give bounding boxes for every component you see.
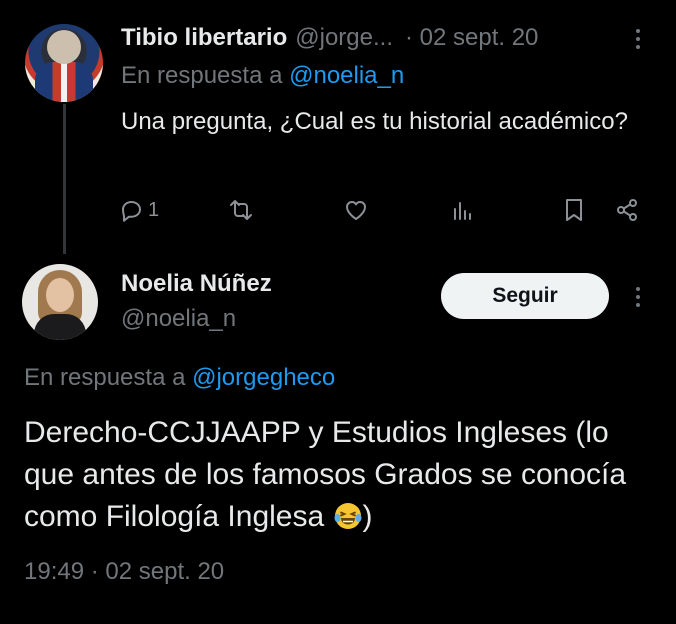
more-options-icon[interactable] <box>626 24 650 54</box>
author-name[interactable]: Noelia Núñez <box>121 270 272 298</box>
views-icon <box>454 202 471 220</box>
tweet-text: Derecho-CCJJAAPP y Estudios Ingleses (lo… <box>24 412 654 538</box>
mention-link[interactable]: @noelia_n <box>289 62 404 89</box>
retweet-icon <box>230 200 252 220</box>
tweet-body: Derecho-CCJJAAPP y Estudios Ingleses (lo… <box>24 416 627 533</box>
mention-link[interactable]: @jorgegheco <box>192 364 335 391</box>
views-button[interactable] <box>449 192 477 228</box>
reply-button[interactable]: 1 <box>117 192 159 228</box>
tweet-header: Tibio libertario @jorge... · 02 sept. 20 <box>121 22 538 54</box>
tweet-text: Una pregunta, ¿Cual es tu historial acad… <box>121 108 628 135</box>
reply-tweet[interactable]: Tibio libertario @jorge... · 02 sept. 20… <box>0 0 676 240</box>
reply-count: 1 <box>148 198 160 221</box>
avatar[interactable] <box>22 264 98 340</box>
tweet-body-suffix: ) <box>362 500 373 533</box>
in-reply-to: En respuesta a @noelia_n <box>121 62 404 90</box>
retweet-button[interactable] <box>227 192 255 228</box>
avatar[interactable] <box>25 24 103 102</box>
bookmark-icon <box>566 199 582 221</box>
in-reply-label: En respuesta a <box>121 62 283 89</box>
like-button[interactable] <box>342 192 370 228</box>
reply-icon <box>122 201 141 222</box>
author-handle[interactable]: @jorge... <box>295 24 393 52</box>
in-reply-to: En respuesta a @jorgegheco <box>24 364 335 392</box>
heart-icon <box>346 201 366 220</box>
action-bar: 1 <box>117 192 647 228</box>
tweet-timestamp[interactable]: 19:49 · 02 sept. 20 <box>24 558 224 586</box>
tweet-date[interactable]: · 02 sept. 20 <box>405 24 538 52</box>
follow-button[interactable]: Seguir <box>441 273 609 319</box>
bookmark-button[interactable] <box>560 192 588 228</box>
author-name[interactable]: Tibio libertario <box>121 24 287 52</box>
more-options-icon[interactable] <box>626 282 650 312</box>
in-reply-label: En respuesta a <box>24 364 186 391</box>
share-button[interactable] <box>613 192 641 228</box>
author-handle[interactable]: @noelia_n <box>121 305 236 333</box>
share-icon <box>617 199 637 221</box>
laughing-crying-emoji-icon <box>334 503 362 529</box>
